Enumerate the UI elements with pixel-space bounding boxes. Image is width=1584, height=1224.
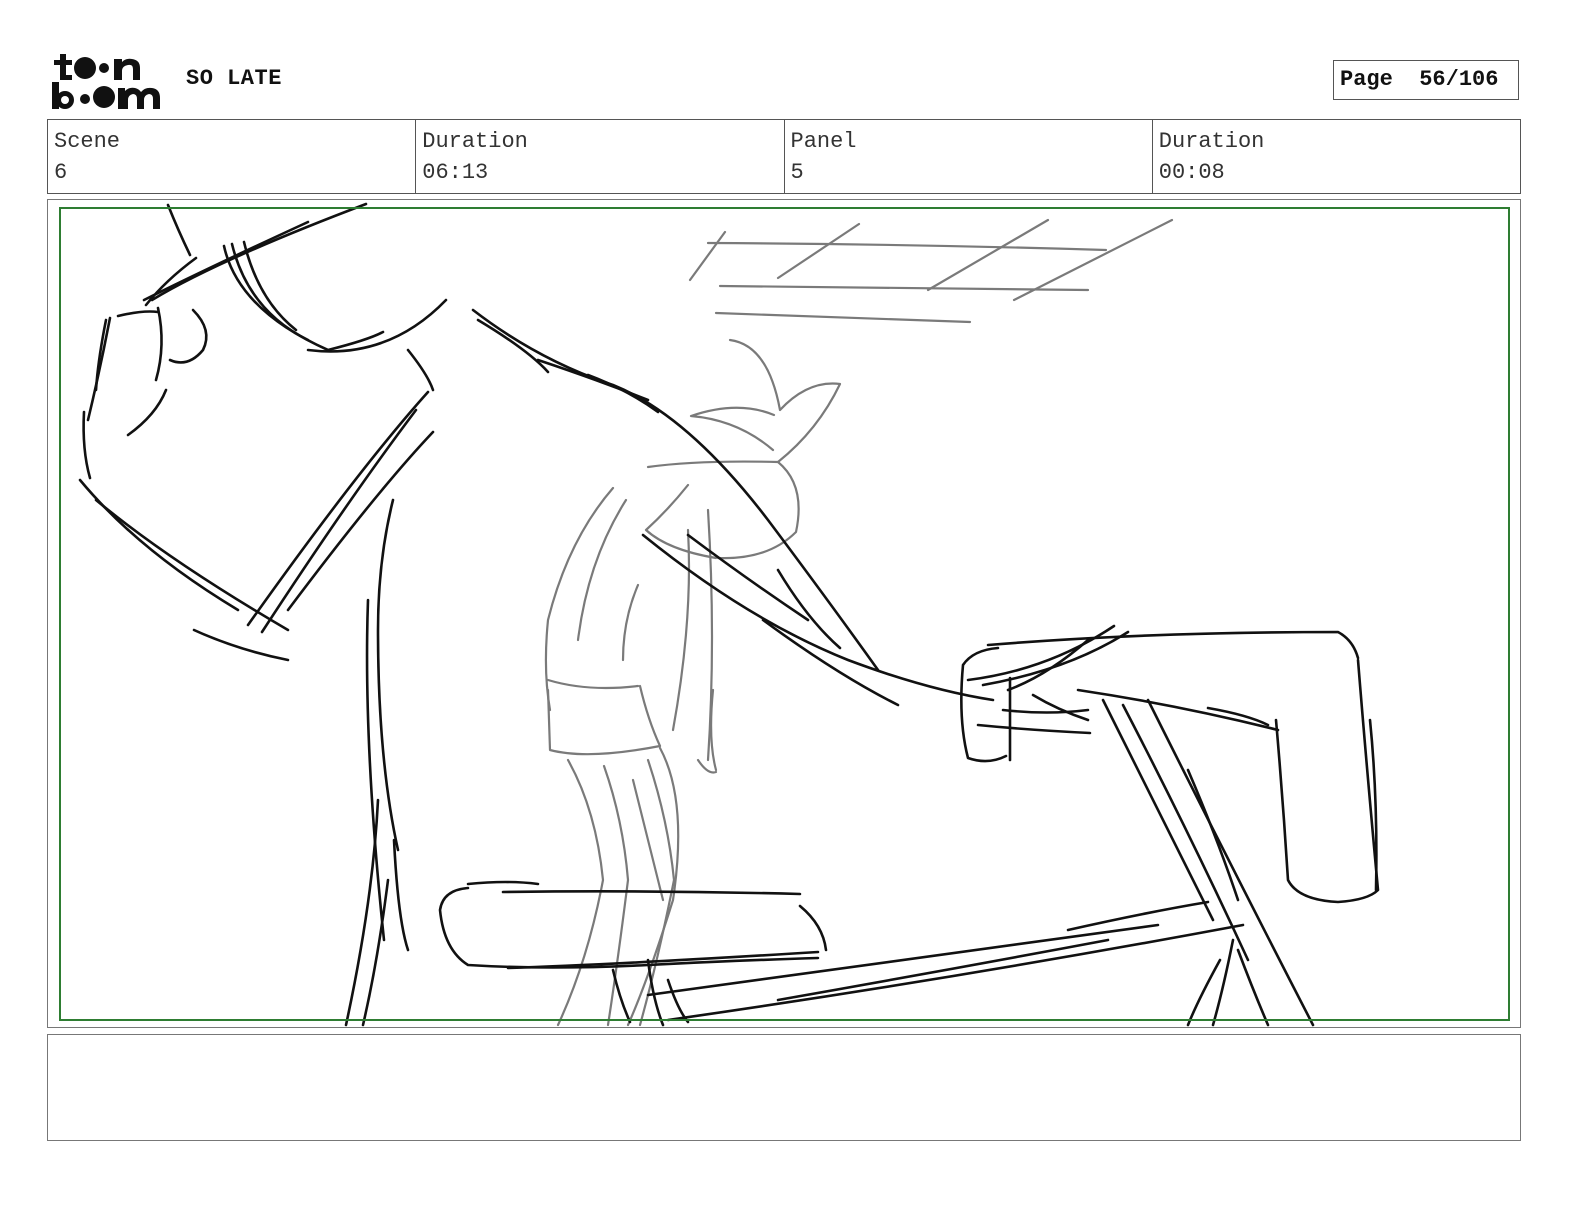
panel-value: 5 bbox=[790, 160, 804, 185]
panel-duration-label: Duration bbox=[1158, 129, 1265, 154]
panel-cell: Panel 5 bbox=[785, 120, 1153, 193]
scene-label: Scene bbox=[54, 129, 121, 154]
notes-area bbox=[47, 1034, 1521, 1141]
scene-duration-cell: Duration 06:13 bbox=[416, 120, 785, 193]
panel-label: Panel bbox=[790, 129, 857, 154]
scene-duration-label: Duration bbox=[422, 129, 528, 154]
panel-duration-value: 00:08 bbox=[1158, 160, 1225, 185]
panel-duration-cell: Duration 00:08 bbox=[1153, 120, 1520, 193]
page-indicator: Page 56/106 bbox=[1333, 60, 1519, 100]
project-title: SO LATE bbox=[186, 66, 282, 91]
page-number: 56/106 bbox=[1419, 67, 1499, 92]
scene-info-table: Scene 6 Duration 06:13 Panel 5 Duration … bbox=[47, 119, 1521, 194]
scene-cell: Scene 6 bbox=[48, 120, 417, 193]
scene-duration-value: 06:13 bbox=[422, 160, 489, 185]
page-label: Page bbox=[1340, 67, 1393, 92]
scene-value: 6 bbox=[54, 160, 68, 185]
storyboard-sketch-icon bbox=[59, 202, 1510, 1027]
toonboom-logo-icon bbox=[52, 54, 160, 109]
storyboard-panel bbox=[47, 199, 1521, 1028]
